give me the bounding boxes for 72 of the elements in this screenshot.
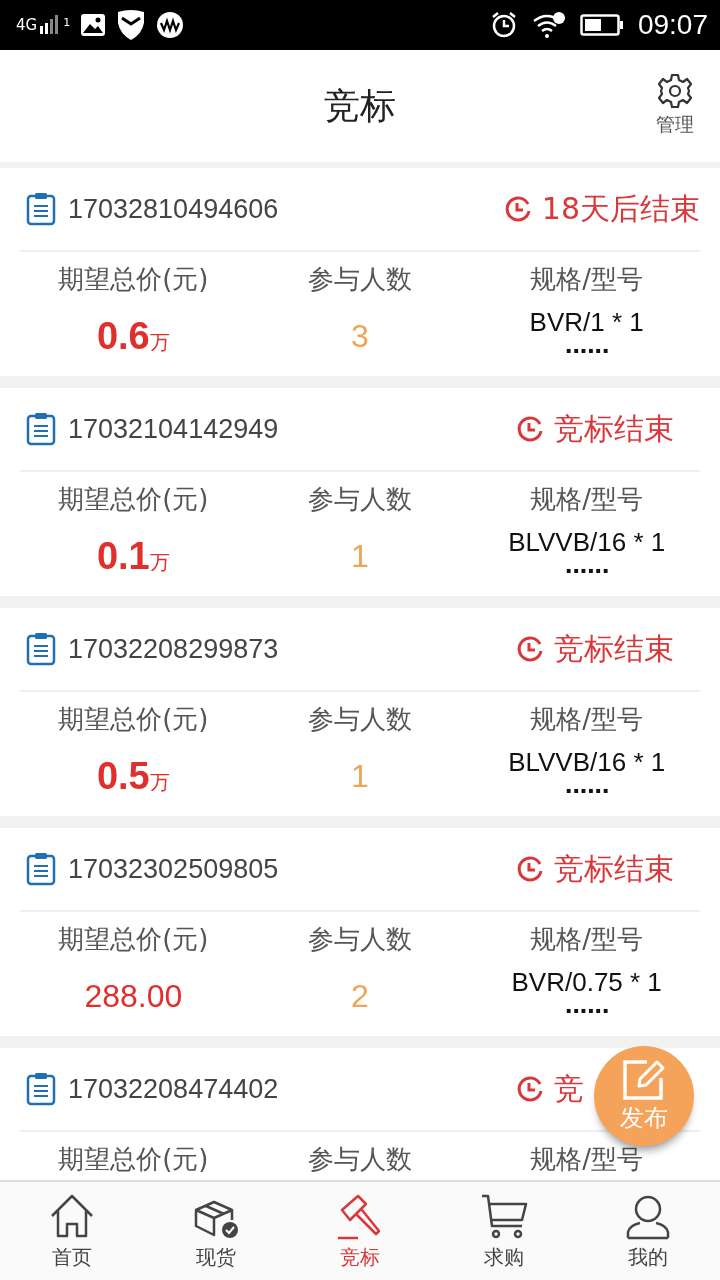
column-label: 规格/型号: [530, 263, 644, 296]
clock-icon: [516, 635, 544, 663]
bid-card[interactable]: 17032810494606 18天后结束 期望总价(元) 0.6万 参与人数 3 规格/型号 BVR/1 * 1 ......: [0, 168, 720, 376]
participant-count: 1: [351, 538, 369, 575]
clipboard-icon: [26, 192, 56, 226]
bid-number: 17032208299873: [68, 633, 279, 665]
clock-icon: [503, 195, 532, 223]
column-label: 参与人数: [308, 263, 412, 296]
more-dots: ......: [564, 558, 609, 574]
nav-tab[interactable]: 现货: [144, 1182, 288, 1280]
nav-tab[interactable]: 首页: [0, 1182, 144, 1280]
column-label: 规格/型号: [530, 1143, 644, 1176]
spec-value: BLVVB/16 * 1: [508, 527, 666, 558]
column-label: 期望总价(元): [58, 263, 209, 296]
clock-time: 09:07: [637, 9, 708, 41]
manage-button[interactable]: 管理: [656, 72, 694, 138]
page-title: 竞标: [324, 83, 396, 128]
price-value: 288.00: [84, 978, 183, 1015]
clipboard-icon: [26, 412, 56, 446]
participant-count: 2: [351, 978, 369, 1015]
more-dots: ......: [564, 778, 609, 794]
column-label: 规格/型号: [530, 703, 644, 736]
bid-status: 18天后结束: [541, 189, 700, 228]
wifi-icon: [531, 11, 566, 39]
bid-number: 17032810494606: [68, 193, 279, 225]
participant-count: 3: [351, 318, 369, 355]
bid-status: 竞标结束: [554, 629, 674, 668]
spec-value: BLVVB/16 * 1: [508, 747, 666, 778]
edit-icon: [621, 1058, 667, 1102]
clipboard-icon: [26, 632, 56, 666]
clock-icon: [516, 415, 544, 443]
column-label: 期望总价(元): [58, 1143, 209, 1176]
bid-status: 竞标结束: [554, 409, 674, 448]
column-label: 参与人数: [308, 703, 412, 736]
price-value: 0.1万: [96, 535, 170, 578]
network-label: 4G: [16, 16, 38, 34]
more-dots: ......: [564, 338, 609, 354]
column-label: 期望总价(元): [58, 923, 209, 956]
bid-card[interactable]: 17032104142949 竞标结束 期望总价(元) 0.1万 参与人数 1 规格/型号 BLVVB/16 * 1 ......: [0, 388, 720, 596]
participant-count: 1: [351, 758, 369, 795]
column-label: 期望总价(元): [58, 483, 209, 516]
clock-icon: [516, 1075, 544, 1103]
battery-icon: [579, 14, 624, 36]
clipboard-icon: [26, 1072, 56, 1106]
spec-value: BVR/1 * 1: [529, 307, 644, 338]
bid-number: 17032208474402: [68, 1073, 279, 1105]
column-label: 参与人数: [308, 923, 412, 956]
shield-icon: [116, 9, 147, 41]
more-dots: ......: [564, 998, 609, 1014]
bid-number: 17032104142949: [68, 413, 279, 445]
column-label: 参与人数: [308, 483, 412, 516]
bid-status: 竞标结束: [554, 849, 674, 888]
settings-icon: [656, 72, 694, 110]
clipboard-icon: [26, 852, 56, 886]
sim-label: 1: [63, 16, 71, 29]
nav-tab[interactable]: 求购: [432, 1182, 576, 1280]
spec-value: BVR/0.75 * 1: [511, 967, 662, 998]
bid-card[interactable]: 17032302509805 竞标结束 期望总价(元) 288.00 参与人数 2 规格/型号 BVR/0.75 * 1 ......: [0, 828, 720, 1036]
wave-icon: [156, 11, 185, 39]
column-label: 期望总价(元): [58, 703, 209, 736]
price-value: 0.5万: [96, 755, 170, 798]
column-label: 参与人数: [308, 1143, 412, 1176]
column-label: 规格/型号: [530, 483, 644, 516]
nav-tab[interactable]: 我的: [576, 1182, 720, 1280]
nav-tab[interactable]: 竞标: [288, 1182, 432, 1280]
bid-card[interactable]: 17032208299873 竞标结束 期望总价(元) 0.5万 参与人数 1 规格/型号 BLVVB/16 * 1 ......: [0, 608, 720, 816]
image-icon: [80, 13, 107, 37]
clock-icon: [516, 855, 544, 883]
column-label: 规格/型号: [530, 923, 644, 956]
bid-status: 竞: [554, 1069, 584, 1108]
price-value: 0.6万: [96, 315, 170, 358]
bid-number: 17032302509805: [68, 853, 279, 885]
